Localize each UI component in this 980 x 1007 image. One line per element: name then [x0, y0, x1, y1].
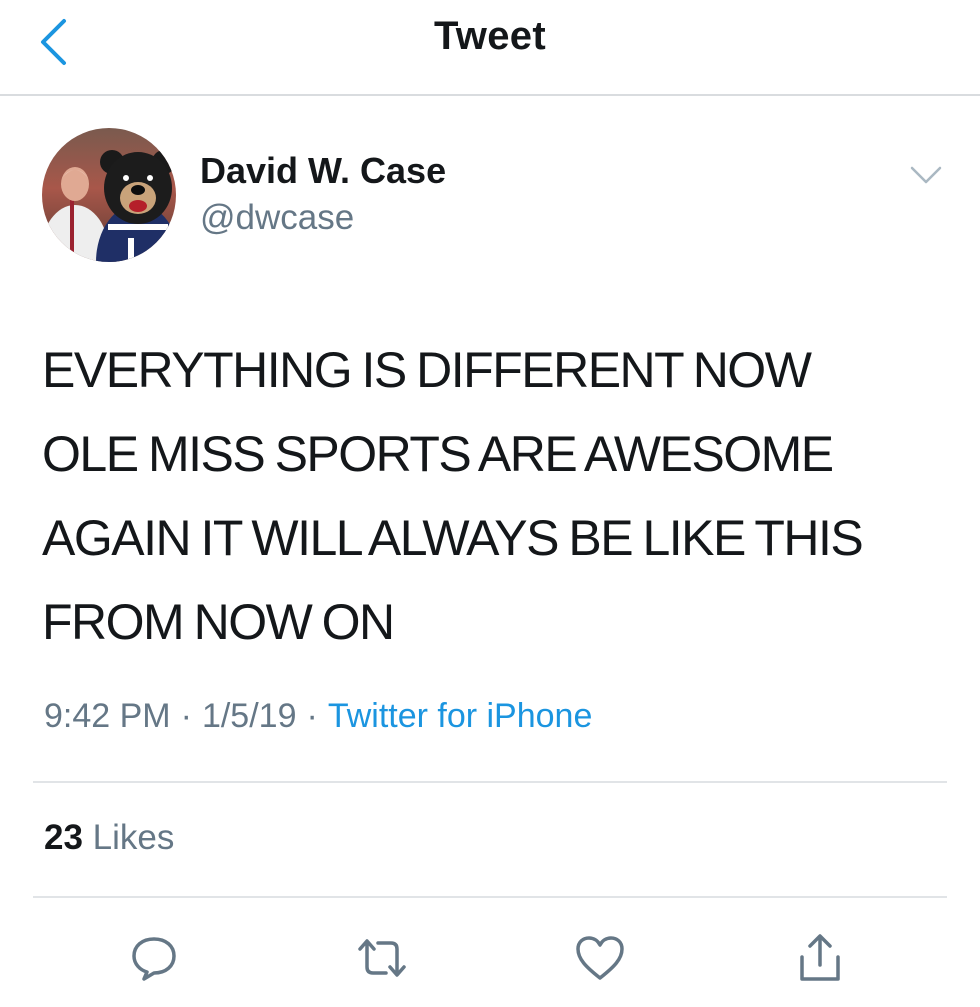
tweet-date: 1/5/19: [201, 697, 297, 735]
tweet-source-link[interactable]: Twitter for iPhone: [328, 697, 593, 735]
divider: [33, 781, 947, 783]
reply-icon: [132, 937, 176, 981]
page-title: Tweet: [434, 14, 546, 58]
likes-count: 23: [44, 818, 83, 857]
retweet-button[interactable]: [352, 930, 412, 986]
reply-button[interactable]: [124, 930, 184, 986]
share-button[interactable]: [790, 930, 850, 986]
meta-separator: ·: [180, 697, 192, 735]
profile-photo: [42, 128, 176, 262]
tweet-time: 9:42 PM: [44, 697, 171, 735]
likes-label: Likes: [92, 818, 175, 857]
meta-separator: ·: [306, 697, 318, 735]
tweet-text-line: EVERYTHING IS DIFFERENT NOW: [42, 342, 812, 398]
tweet-metadata: 9:42 PM · 1/5/19 · Twitter for iPhone: [44, 697, 592, 736]
likes-count-link[interactable]: 23 Likes: [44, 818, 174, 858]
divider: [33, 896, 947, 898]
author-name[interactable]: David W. Case: [200, 150, 446, 192]
top-navigation-bar: Tweet: [0, 0, 980, 96]
avatar[interactable]: [42, 128, 176, 262]
tweet-detail-screen: Tweet David W. Case @dwcase EVERYTHING I…: [0, 0, 980, 1007]
heart-icon: [576, 936, 624, 980]
like-button[interactable]: [570, 930, 630, 986]
tweet-text-line: FROM NOW ON: [42, 594, 395, 650]
tweet-text-line: AGAIN IT WILL ALWAYS BE LIKE THIS: [42, 510, 864, 566]
tweet-text: EVERYTHING IS DIFFERENT NOW OLE MISS SPO…: [42, 328, 952, 664]
retweet-icon: [358, 939, 406, 977]
tweet-text-line: OLE MISS SPORTS ARE AWESOME: [42, 426, 834, 482]
share-icon: [800, 934, 840, 981]
tweet-options-button[interactable]: [902, 158, 950, 192]
author-handle[interactable]: @dwcase: [200, 198, 354, 238]
chevron-down-icon: [910, 166, 942, 184]
